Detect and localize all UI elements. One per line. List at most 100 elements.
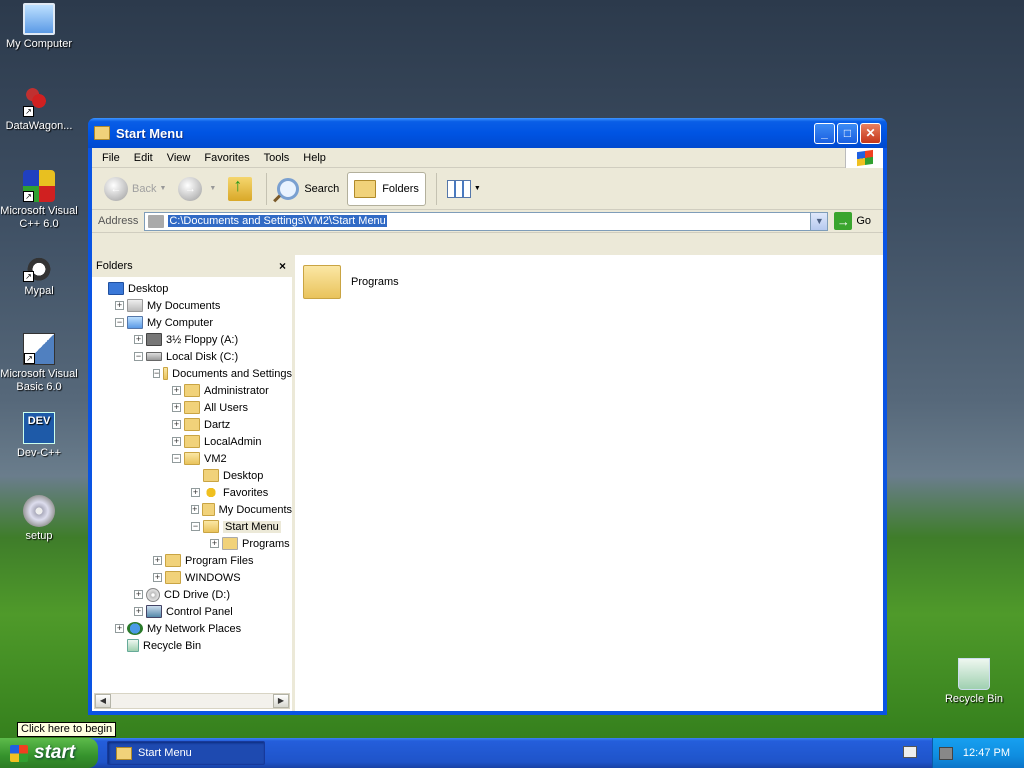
tree-item-label: Recycle Bin — [143, 639, 202, 652]
menu-view[interactable]: View — [161, 150, 199, 166]
desktop-icon-visual-cpp[interactable]: ↗ Microsoft Visual C++ 6.0 — [0, 170, 78, 231]
tree-item[interactable]: Desktop — [92, 280, 292, 297]
expand-icon[interactable]: + — [191, 488, 200, 497]
expand-icon[interactable]: + — [153, 556, 162, 565]
tree-item[interactable]: + Program Files — [92, 552, 292, 569]
expand-icon[interactable]: + — [134, 590, 143, 599]
expand-icon[interactable]: + — [172, 420, 181, 429]
collapse-icon[interactable]: − — [153, 369, 161, 378]
tree-item[interactable]: + CD Drive (D:) — [92, 586, 292, 603]
keyboard-icon[interactable] — [903, 746, 917, 758]
panes: Folders × Desktop + My Documents − My Comput… — [92, 255, 883, 711]
views-icon — [446, 179, 471, 198]
list-item[interactable]: Programs — [303, 265, 399, 299]
tree-item[interactable]: +3½ Floppy (A:) — [92, 331, 292, 348]
tree-item-label: Program Files — [185, 554, 254, 567]
menu-file[interactable]: File — [96, 150, 128, 166]
tree-item[interactable]: + My Network Places — [92, 620, 292, 637]
minimize-button[interactable]: _ — [814, 122, 835, 144]
tree-item-label: VM2 — [204, 452, 227, 465]
system-tray: 12:47 PM — [932, 738, 1024, 768]
expand-icon[interactable]: + — [172, 386, 181, 395]
tree-item[interactable]: − Start Menu — [92, 518, 292, 535]
network-icon[interactable] — [938, 746, 953, 760]
expand-icon[interactable]: + — [172, 403, 181, 412]
menu-tools[interactable]: Tools — [258, 150, 298, 166]
tree-item[interactable]: Recycle Bin — [92, 637, 292, 654]
visual-cpp-icon: ↗ — [23, 170, 55, 202]
tree-item[interactable]: − My Computer — [92, 314, 292, 331]
start-label: start — [34, 742, 76, 763]
expand-icon[interactable]: + — [153, 573, 162, 582]
explorer-window: Start Menu _ □ ✕ File Edit View Favorite… — [88, 118, 887, 715]
window-client: File Edit View Favorites Tools Help ← Ba… — [92, 148, 883, 711]
folder-icon — [127, 622, 143, 635]
tree-item-label: Favorites — [223, 486, 269, 499]
expand-icon[interactable]: + — [210, 539, 219, 548]
close-icon[interactable]: × — [279, 259, 286, 273]
folder-icon — [184, 401, 200, 414]
tree-item[interactable]: − Documents and Settings — [92, 365, 292, 382]
back-button[interactable]: ← Back ▼ — [100, 172, 170, 206]
up-button[interactable] — [224, 172, 256, 206]
expand-icon[interactable]: + — [115, 624, 124, 633]
menu-favorites[interactable]: Favorites — [198, 150, 257, 166]
tree-item[interactable]: + LocalAdmin — [92, 433, 292, 450]
tree-item[interactable]: Desktop — [92, 467, 292, 484]
maximize-button[interactable]: □ — [837, 122, 858, 144]
folder-tree: Desktop + My Documents − My Computer +3½ Flop… — [92, 280, 292, 693]
item-label: Programs — [351, 276, 399, 288]
tree-item[interactable]: + Control Panel — [92, 603, 292, 620]
expand-icon[interactable]: + — [191, 505, 199, 514]
taskbar-button-start-menu[interactable]: Start Menu — [107, 741, 265, 765]
search-button[interactable]: Search — [273, 172, 343, 206]
tree-item[interactable]: + WINDOWS — [92, 569, 292, 586]
close-button[interactable]: ✕ — [860, 122, 881, 144]
expand-icon[interactable]: + — [172, 437, 181, 446]
menu-edit[interactable]: Edit — [128, 150, 161, 166]
tree-item[interactable]: + Programs — [92, 535, 292, 552]
go-button[interactable]: → Go — [834, 212, 871, 230]
tree-item[interactable]: + Favorites — [92, 484, 292, 501]
clock[interactable]: 12:47 PM — [963, 747, 1010, 759]
desktop-icon-my-computer[interactable]: My Computer — [0, 3, 78, 51]
expand-icon[interactable]: + — [134, 335, 143, 344]
tree-item-label: Administrator — [204, 384, 269, 397]
start-button[interactable]: start — [0, 738, 98, 768]
title-bar[interactable]: Start Menu _ □ ✕ — [88, 118, 887, 148]
chevron-down-icon[interactable]: ▼ — [810, 212, 828, 230]
folders-button[interactable]: Folders — [347, 171, 426, 206]
tree-item[interactable]: − Local Disk (C:) — [92, 348, 292, 365]
collapse-icon[interactable]: − — [134, 352, 143, 361]
desktop-icon-dev-cpp[interactable]: DEV Dev-C++ — [0, 412, 78, 460]
expand-icon[interactable]: + — [134, 607, 143, 616]
collapse-icon[interactable]: − — [191, 522, 200, 531]
tree-item-label: LocalAdmin — [204, 435, 262, 448]
scroll-left-icon[interactable]: ◀ — [95, 694, 111, 708]
go-arrow-icon: → — [834, 212, 853, 230]
folders-icon — [354, 179, 377, 198]
tree-item[interactable]: + All Users — [92, 399, 292, 416]
collapse-icon[interactable]: − — [172, 454, 181, 463]
desktop-icon-setup[interactable]: setup — [0, 495, 78, 543]
views-button[interactable]: ▼ — [443, 172, 485, 206]
menu-help[interactable]: Help — [297, 150, 334, 166]
desktop-icon-visual-basic[interactable]: ↗ Microsoft Visual Basic 6.0 — [0, 333, 78, 394]
tree-item-label: Programs — [242, 537, 290, 550]
forward-button[interactable]: → ▼ — [174, 172, 220, 206]
tree-item[interactable]: + Administrator — [92, 382, 292, 399]
tree-item[interactable]: − VM2 — [92, 450, 292, 467]
folder-icon — [163, 367, 169, 380]
collapse-icon[interactable]: − — [115, 318, 124, 327]
desktop-icon-mypal[interactable]: ↗ Mypal — [0, 250, 78, 298]
desktop-icon-recycle-bin[interactable]: Recycle Bin — [935, 658, 1013, 706]
address-input[interactable]: C:\Documents and Settings\VM2\Start Menu… — [144, 211, 829, 231]
tree-item-label: Start Menu — [223, 520, 281, 533]
desktop-icon-datawagon[interactable]: ↗ DataWagon... — [0, 85, 78, 133]
tree-item[interactable]: + My Documents — [92, 297, 292, 314]
scroll-right-icon[interactable]: ▶ — [273, 694, 289, 708]
tree-item[interactable]: + Dartz — [92, 416, 292, 433]
horizontal-scrollbar[interactable]: ◀ ▶ — [94, 693, 290, 709]
tree-item[interactable]: + My Documents — [92, 501, 292, 518]
expand-icon[interactable]: + — [115, 301, 124, 310]
